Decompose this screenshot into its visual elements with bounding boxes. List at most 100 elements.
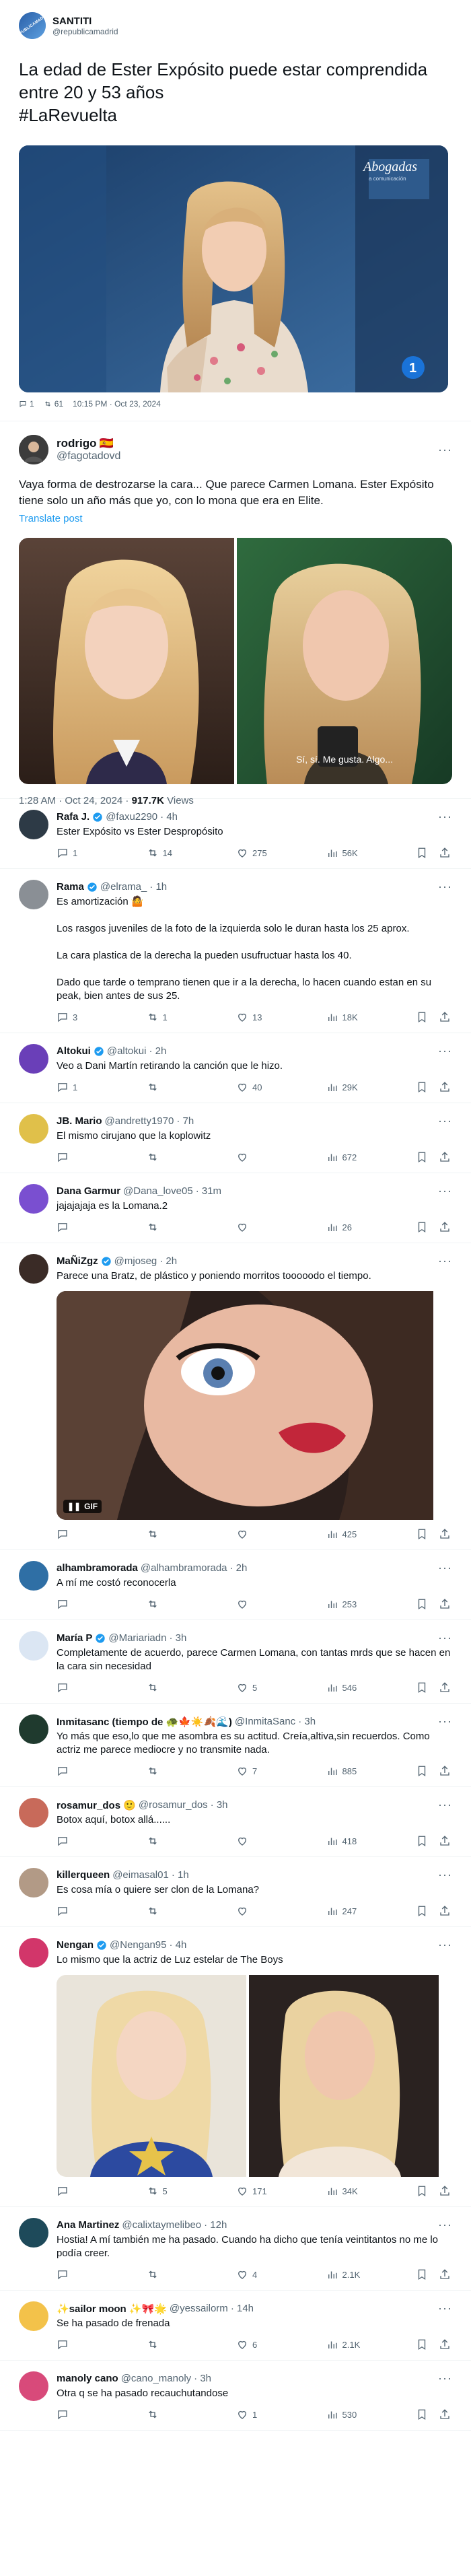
share-button[interactable] bbox=[439, 1011, 452, 1023]
repost-button[interactable] bbox=[147, 1081, 187, 1093]
share-button[interactable] bbox=[439, 1835, 452, 1847]
reply-avatar[interactable] bbox=[19, 2371, 48, 2401]
more-options-button[interactable]: ··· bbox=[438, 880, 452, 894]
reply-button[interactable] bbox=[57, 2408, 97, 2421]
share-button[interactable] bbox=[439, 2268, 452, 2281]
reply-author-handle[interactable]: @mjoseg bbox=[114, 1255, 157, 1267]
reply-item[interactable]: Rama @elrama_ · 1h ··· Es amortización 🤷 Los… bbox=[0, 869, 471, 1023]
repost-button[interactable]: 5 bbox=[147, 2185, 187, 2197]
more-options-button[interactable]: ··· bbox=[438, 1254, 452, 1268]
share-button[interactable] bbox=[439, 1765, 452, 1777]
reply-author-name[interactable]: killerqueen bbox=[57, 1869, 110, 1881]
quoted-author-handle[interactable]: @republicamadrid bbox=[52, 27, 118, 36]
reply-author-handle[interactable]: @elrama_ bbox=[100, 881, 147, 893]
reply-author-name[interactable]: Rama bbox=[57, 881, 84, 893]
quoted-timestamp[interactable]: 10:15 PM · Oct 23, 2024 bbox=[73, 399, 161, 409]
reply-button[interactable] bbox=[57, 1835, 97, 1847]
like-button[interactable] bbox=[236, 1598, 277, 1610]
views-button[interactable]: 34K bbox=[326, 2185, 367, 2197]
reply-avatar[interactable] bbox=[19, 1868, 48, 1898]
reply-avatar[interactable] bbox=[19, 1044, 48, 1074]
reply-author-handle[interactable]: @Mariariadn bbox=[108, 1632, 166, 1644]
more-options-button[interactable]: ··· bbox=[438, 1714, 452, 1729]
reply-button[interactable] bbox=[57, 1681, 97, 1694]
reply-author-handle[interactable]: @alhambramorada bbox=[141, 1562, 227, 1574]
bookmark-button[interactable] bbox=[416, 1681, 429, 1694]
more-options-button[interactable]: ··· bbox=[438, 2301, 452, 2316]
reply-button[interactable] bbox=[57, 1598, 97, 1610]
reply-avatar[interactable] bbox=[19, 1184, 48, 1214]
share-button[interactable] bbox=[439, 2185, 452, 2197]
reply-time[interactable]: · 14h bbox=[231, 2303, 254, 2314]
views-button[interactable]: 530 bbox=[326, 2408, 367, 2421]
reply-avatar[interactable] bbox=[19, 1714, 48, 1744]
reply-time[interactable]: · 3h bbox=[298, 1716, 316, 1727]
share-button[interactable] bbox=[439, 1528, 452, 1540]
more-options-button[interactable]: ··· bbox=[438, 2371, 452, 2386]
bookmark-button[interactable] bbox=[416, 847, 429, 859]
repost-button[interactable] bbox=[147, 1598, 187, 1610]
reply-time[interactable]: · 4h bbox=[169, 1939, 186, 1951]
bookmark-button[interactable] bbox=[416, 2185, 429, 2197]
reply-item[interactable]: ✨sailor moon ✨🎀🌟 @yessailorm · 14h ··· Se ha… bbox=[0, 2291, 471, 2351]
views-button[interactable]: 18K bbox=[326, 1011, 367, 1023]
reply-item[interactable]: Rafa J. @faxu2290 · 4h ··· Ester Expósito vs… bbox=[0, 799, 471, 859]
more-options-button[interactable]: ··· bbox=[438, 1184, 452, 1198]
reply-author-handle[interactable]: @altokui bbox=[107, 1045, 147, 1057]
reply-author-name[interactable]: ✨sailor moon ✨🎀🌟 bbox=[57, 2303, 167, 2315]
reply-avatar[interactable] bbox=[19, 2218, 48, 2248]
bookmark-button[interactable] bbox=[416, 1598, 429, 1610]
reply-author-handle[interactable]: @Nengan95 bbox=[110, 1939, 166, 1951]
bookmark-button[interactable] bbox=[416, 1011, 429, 1023]
bookmark-button[interactable] bbox=[416, 1081, 429, 1093]
views-button[interactable]: 26 bbox=[326, 1221, 367, 1233]
main-author-handle[interactable]: @fagotadovd bbox=[57, 450, 120, 462]
repost-button[interactable] bbox=[147, 1221, 187, 1233]
reply-item[interactable]: alhambramorada @alhambramorada · 2h ··· A mí… bbox=[0, 1550, 471, 1610]
reply-author-name[interactable]: MaÑiZgz bbox=[57, 1255, 98, 1267]
reply-item[interactable]: JB. Mario @andretty1970 · 7h ··· El mismo ci… bbox=[0, 1103, 471, 1163]
more-options-button[interactable]: ··· bbox=[438, 1868, 452, 1882]
quoted-tweet[interactable]: REPUBLICAMADRID SANTITI @republicamadrid… bbox=[0, 0, 471, 421]
reply-item[interactable]: Nengan @Nengan95 · 4h ··· Lo mismo que la ac… bbox=[0, 1927, 471, 2197]
repost-button[interactable] bbox=[147, 1681, 187, 1694]
views-button[interactable]: 425 bbox=[326, 1528, 367, 1540]
share-button[interactable] bbox=[439, 2338, 452, 2351]
reply-item[interactable]: Dana Garmur @Dana_love05 · 31m ··· jajajajaj… bbox=[0, 1173, 471, 1233]
reply-author-name[interactable]: María P bbox=[57, 1632, 92, 1644]
reply-button[interactable] bbox=[57, 1221, 97, 1233]
media-image-left[interactable] bbox=[19, 538, 234, 784]
reply-button[interactable] bbox=[57, 1765, 97, 1777]
reply-item[interactable]: Inmitasanc (tiempo de 🐢🍁☀️🍂🌊) @InmitaSanc… bbox=[0, 1704, 471, 1777]
repost-button[interactable] bbox=[147, 2338, 187, 2351]
quoted-author-name[interactable]: SANTITI bbox=[52, 15, 118, 27]
like-button[interactable] bbox=[236, 1528, 277, 1540]
bookmark-button[interactable] bbox=[416, 1151, 429, 1163]
reply-author-handle[interactable]: @faxu2290 bbox=[106, 811, 157, 823]
reply-author-handle[interactable]: @rosamur_dos bbox=[139, 1799, 208, 1811]
share-button[interactable] bbox=[439, 1905, 452, 1917]
like-button[interactable]: 1 bbox=[236, 2408, 277, 2421]
quoted-avatar[interactable]: REPUBLICAMADRID bbox=[19, 12, 46, 39]
reply-button[interactable] bbox=[57, 1151, 97, 1163]
more-options-button[interactable]: ··· bbox=[438, 443, 452, 457]
reply-item[interactable]: killerqueen @eimasal01 · 1h ··· Es cosa mía … bbox=[0, 1857, 471, 1917]
reply-author-handle[interactable]: @cano_manoly bbox=[121, 2373, 191, 2384]
views-button[interactable]: 672 bbox=[326, 1151, 367, 1163]
main-avatar[interactable] bbox=[19, 435, 48, 464]
more-options-button[interactable]: ··· bbox=[438, 1561, 452, 1575]
gif-badge[interactable]: ❚❚ GIF bbox=[63, 1500, 102, 1513]
reply-avatar[interactable] bbox=[19, 1561, 48, 1591]
reply-time[interactable]: · 2h bbox=[230, 1562, 248, 1574]
views-button[interactable]: 56K bbox=[326, 847, 367, 859]
bookmark-button[interactable] bbox=[416, 2268, 429, 2281]
reply-item[interactable]: Ana Martinez @calixtaymelibeo · 12h ··· Host… bbox=[0, 2207, 471, 2281]
translate-post-link[interactable]: Translate post bbox=[19, 513, 452, 524]
reply-author-name[interactable]: manoly cano bbox=[57, 2373, 118, 2384]
repost-button[interactable] bbox=[147, 1835, 187, 1847]
like-button[interactable]: 275 bbox=[236, 847, 277, 859]
share-button[interactable] bbox=[439, 1681, 452, 1694]
reply-time[interactable]: · 3h bbox=[211, 1799, 228, 1811]
like-button[interactable] bbox=[236, 1151, 277, 1163]
reply-avatar[interactable] bbox=[19, 1631, 48, 1661]
